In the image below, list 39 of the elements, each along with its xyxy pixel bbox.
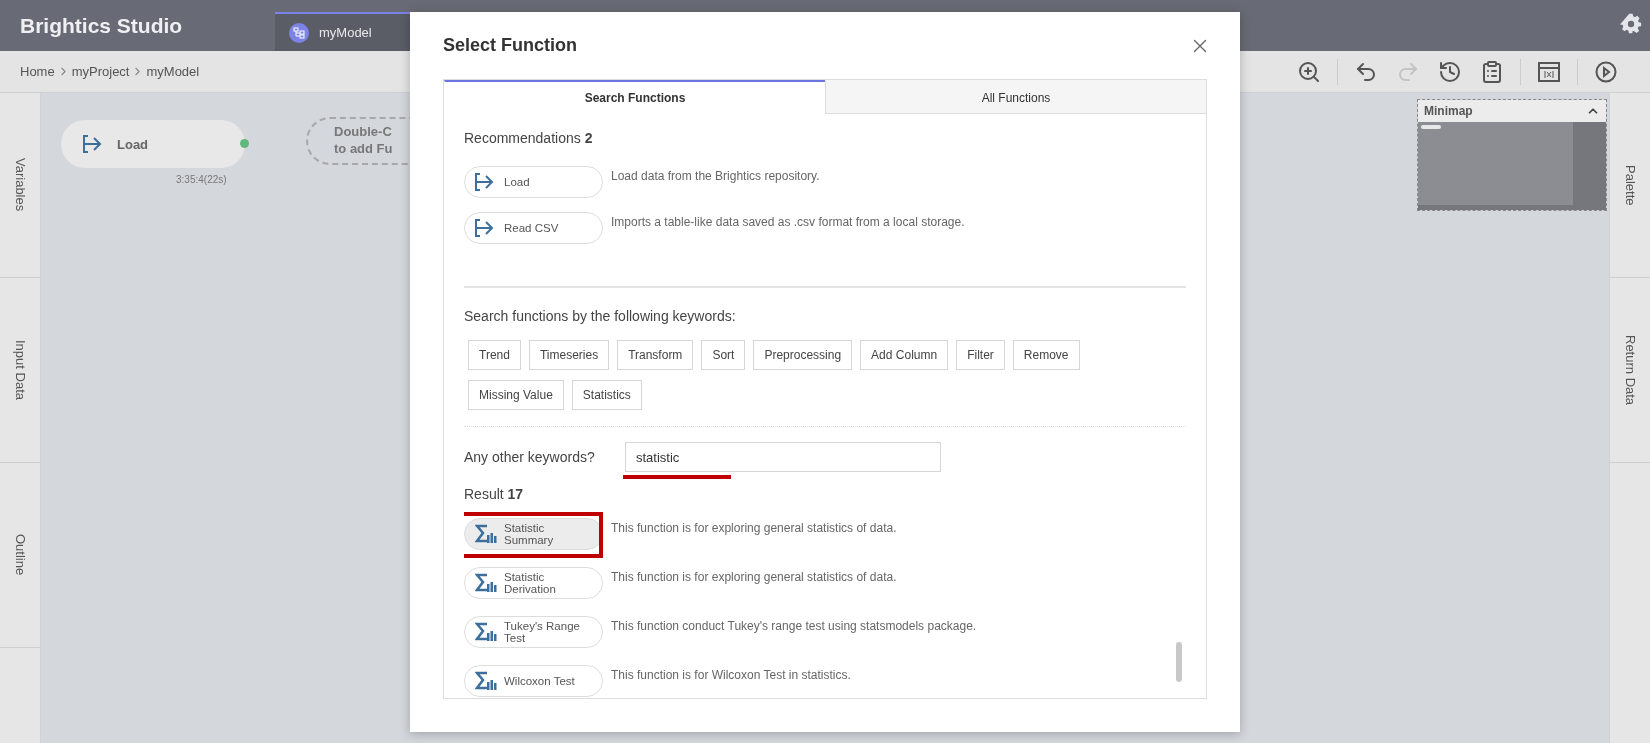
breadcrumb-link[interactable]: Home: [20, 64, 55, 79]
keyword-button[interactable]: Preprocessing: [753, 340, 853, 370]
search-label: Any other keywords?: [464, 449, 596, 465]
function-chip[interactable]: Read CSV: [464, 212, 603, 244]
keyword-button[interactable]: Sort: [701, 340, 746, 370]
side-tab[interactable]: Palette: [1610, 93, 1650, 278]
function-chip[interactable]: Tukey's Range Test: [464, 616, 603, 648]
keyword-button[interactable]: Remove: [1012, 340, 1080, 370]
keyword-button[interactable]: Filter: [956, 340, 1005, 370]
dialog-tab[interactable]: All Functions: [825, 80, 1206, 114]
side-tab[interactable]: Input Data: [0, 278, 40, 463]
function-chip[interactable]: Wilcoxon Test: [464, 665, 603, 697]
app-title: Brightics Studio: [19, 13, 184, 38]
keyword-button[interactable]: Statistics: [571, 380, 642, 410]
function-description: This function is for exploring general statistics of data.: [611, 520, 897, 535]
dialog-title: Select Function: [443, 35, 577, 56]
function-description: This function is for exploring general statistics of data.: [611, 569, 897, 584]
function-chip[interactable]: Load: [464, 166, 603, 198]
side-tab[interactable]: Variables: [0, 93, 40, 278]
minimap-title: Minimap: [1424, 104, 1473, 118]
model-tab[interactable]: myModel: [275, 12, 410, 51]
keyword-button[interactable]: Missing Value: [468, 380, 564, 410]
side-tab[interactable]: Return Data: [1610, 278, 1650, 463]
function-description: This function is for Wilcoxon Test in statistics.: [611, 667, 851, 682]
keyword-button[interactable]: Transform: [617, 340, 694, 370]
keyword-button[interactable]: Trend: [468, 340, 521, 370]
function-description: Imports a table-like data saved as .csv format from a local storage.: [611, 214, 965, 229]
breadcrumb-link[interactable]: myProject: [71, 64, 130, 79]
search-field[interactable]: statistic: [625, 442, 941, 472]
function-chip[interactable]: Statistic Derivation: [464, 567, 603, 599]
function-description: This function conduct Tukey's range test using statsmodels package.: [611, 618, 977, 633]
breadcrumb-link[interactable]: myModel: [146, 64, 200, 79]
function-description: Load data from the Brightics repository.: [611, 168, 820, 183]
section-heading: Result 17: [464, 486, 525, 502]
side-tab[interactable]: Outline: [0, 463, 40, 648]
section-heading: Search functions by the following keywords:: [464, 308, 737, 324]
node-time: 3:35:4(22s): [176, 174, 227, 185]
keyword-button[interactable]: Timeseries: [528, 340, 610, 370]
keyword-button[interactable]: Add Column: [860, 340, 949, 370]
